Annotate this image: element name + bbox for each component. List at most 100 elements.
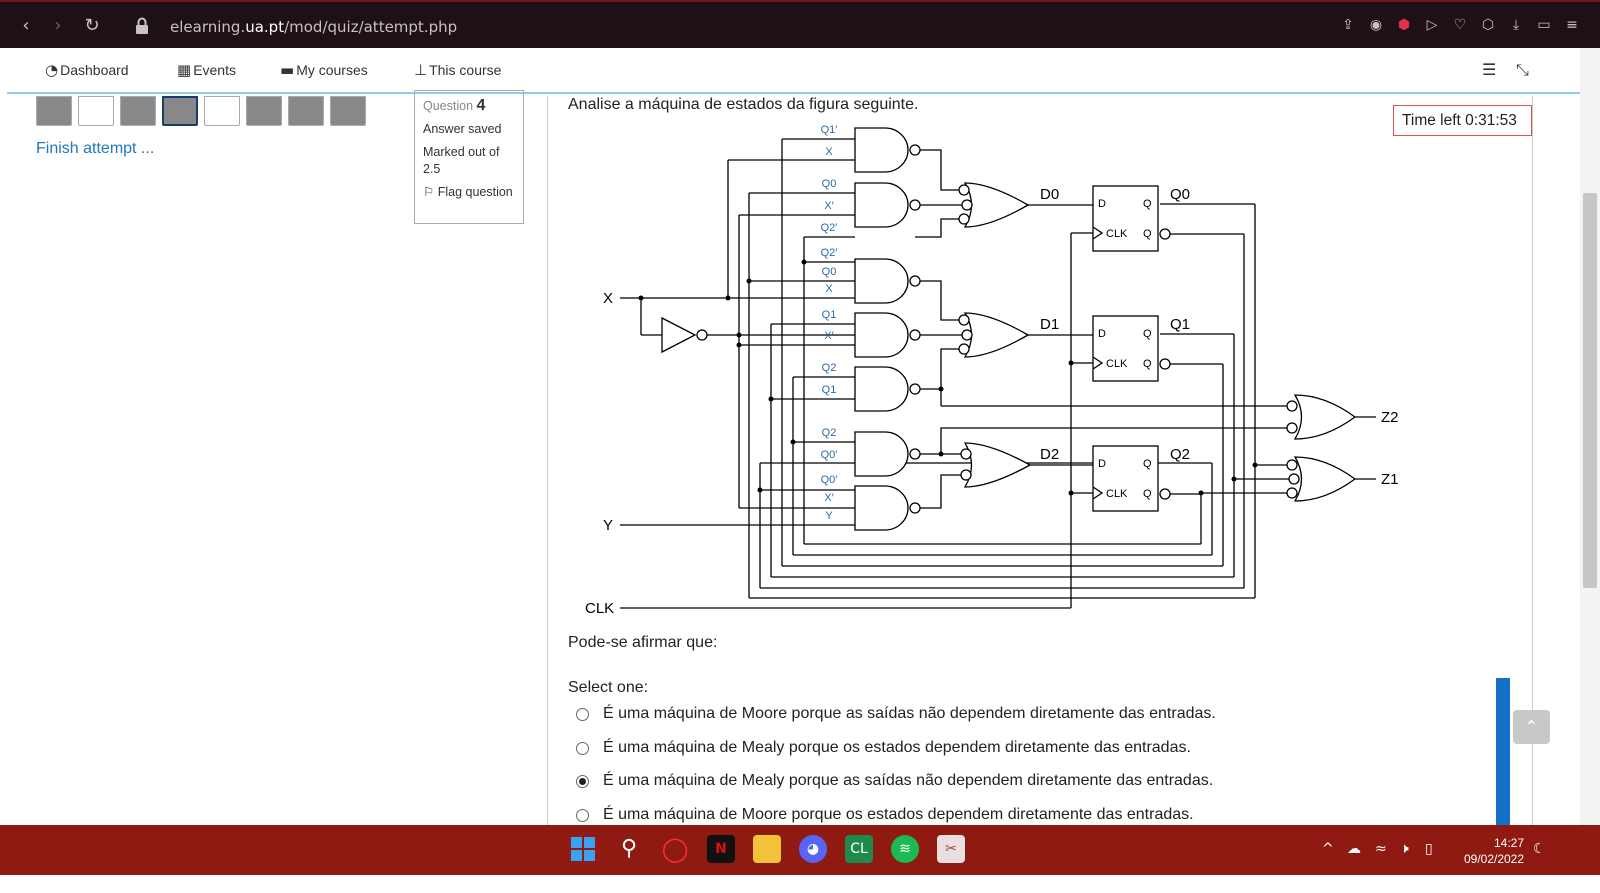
svg-text:Q0′: Q0′ [821, 474, 838, 486]
svg-text:Q1: Q1 [1170, 316, 1190, 333]
browser-toolbar: ‹ › ↻ elearning.ua.pt/mod/quiz/attempt.p… [0, 0, 1600, 48]
question-nav-button[interactable] [120, 96, 156, 126]
question-intro: Analise a máquina de estados da figura s… [568, 96, 919, 113]
battery-icon[interactable]: ▭ [1536, 16, 1552, 34]
svg-text:Q0: Q0 [822, 266, 837, 278]
question-state: Answer saved [423, 122, 502, 136]
question-nav-button[interactable] [204, 96, 240, 126]
question-nav-button[interactable] [330, 96, 366, 126]
svg-text:Z2: Z2 [1381, 409, 1399, 426]
question-info-box: Question 4 Answer saved Marked out of 2.… [414, 90, 524, 224]
svg-text:CLK: CLK [1106, 488, 1128, 500]
svg-text:X′: X′ [824, 330, 833, 342]
cube-icon[interactable]: ⬡ [1480, 16, 1496, 34]
svg-text:D: D [1098, 458, 1106, 470]
download-icon[interactable]: ⤓ [1508, 16, 1524, 34]
discord-icon[interactable]: ◕ [799, 835, 827, 863]
reload-icon[interactable]: ↻ [82, 16, 102, 36]
radio-button[interactable] [576, 707, 589, 721]
nav-my-courses[interactable]: ▬ My courses [280, 61, 368, 79]
netflix-icon[interactable]: N [707, 835, 735, 863]
volume-muted-icon[interactable]: 🕨 [1400, 841, 1409, 857]
heart-icon[interactable]: ♡ [1452, 16, 1468, 34]
opera-icon[interactable]: ◯ [661, 835, 689, 863]
svg-text:Q: Q [1143, 198, 1152, 210]
radio-button[interactable] [576, 741, 589, 755]
svg-text:Q2′: Q2′ [821, 222, 838, 234]
svg-text:Z1: Z1 [1381, 471, 1399, 488]
question-nav-button[interactable] [162, 96, 198, 126]
svg-text:D1: D1 [1040, 316, 1059, 333]
notification-icon[interactable]: ☾ [1533, 841, 1546, 857]
radio-button[interactable] [576, 808, 589, 822]
svg-text:X: X [603, 290, 613, 307]
svg-text:Q2: Q2 [1170, 446, 1190, 463]
svg-text:Q2′: Q2′ [821, 247, 838, 259]
answer-option-c[interactable]: É uma máquina de Mealy porque as saídas … [576, 772, 1213, 790]
question-prompt: Pode-se afirmar que: [568, 634, 718, 651]
svg-text:D: D [1098, 328, 1106, 340]
question-mark: Marked out of 2.5 [423, 145, 500, 176]
answer-option-d[interactable]: É uma máquina de Moore porque os estados… [576, 806, 1194, 824]
flag-question[interactable]: ⚐ Flag question [423, 184, 515, 201]
svg-text:Q0: Q0 [1170, 186, 1190, 203]
svg-text:Q: Q [1143, 488, 1152, 500]
battery-icon[interactable]: ▯ [1425, 841, 1433, 857]
chevron-up-icon[interactable]: ^ [1322, 841, 1334, 857]
sitemap-icon: ⊥ [414, 61, 428, 79]
svg-text:CLK: CLK [1106, 228, 1128, 240]
search-icon[interactable]: ⚲ [615, 835, 643, 863]
question-nav-buttons [36, 96, 366, 126]
svg-text:CLK: CLK [1106, 358, 1128, 370]
chevron-up-icon: ⌃ [1524, 717, 1539, 736]
svg-text:X′: X′ [824, 200, 833, 212]
svg-text:Q: Q [1143, 328, 1152, 340]
svg-text:Q: Q [1143, 228, 1152, 240]
scrollbar-thumb[interactable] [1583, 193, 1597, 588]
os-taskbar: ⚲ ◯ N ◕ CL ≋ ✂ ^ ☁ ≈ 🕨 ▯ 14:27 09/02/202… [0, 825, 1600, 875]
forward-icon[interactable]: › [48, 16, 68, 36]
address-bar[interactable]: elearning.ua.pt/mod/quiz/attempt.php [170, 18, 457, 36]
nav-events[interactable]: ▦ Events [177, 61, 236, 79]
answer-option-a[interactable]: É uma máquina de Moore porque as saídas … [576, 705, 1216, 723]
radio-button[interactable] [576, 774, 589, 788]
svg-text:Q1′: Q1′ [821, 124, 838, 136]
windows-start-icon[interactable] [569, 835, 597, 863]
snipping-tool-icon[interactable]: ✂ [937, 835, 965, 863]
nav-dashboard[interactable]: ◔ Dashboard [45, 61, 129, 79]
nav-this-course[interactable]: ⊥ This course [414, 61, 501, 79]
svg-text:D2: D2 [1040, 446, 1059, 463]
page-scrollbar[interactable] [1580, 48, 1600, 845]
file-explorer-icon[interactable] [753, 835, 781, 863]
share-icon[interactable]: ⇪ [1340, 16, 1356, 34]
spotify-icon[interactable]: ≋ [891, 835, 919, 863]
select-one-label: Select one: [568, 679, 649, 696]
finish-attempt-link[interactable]: Finish attempt ... [36, 140, 154, 158]
svg-text:D: D [1098, 198, 1106, 210]
back-icon[interactable]: ‹ [16, 16, 36, 36]
calendar-icon: ▦ [177, 61, 192, 79]
camera-icon[interactable]: ◉ [1368, 16, 1384, 34]
svg-text:Y: Y [825, 510, 833, 522]
question-nav-button[interactable] [288, 96, 324, 126]
svg-text:Q0′: Q0′ [821, 449, 838, 461]
svg-text:Q2: Q2 [822, 362, 837, 374]
system-clock[interactable]: 14:27 09/02/2022 [1456, 835, 1524, 867]
svg-text:X′: X′ [824, 492, 833, 504]
clion-icon[interactable]: CL [845, 835, 873, 863]
answer-option-b[interactable]: É uma máquina de Mealy porque os estados… [576, 739, 1191, 757]
wifi-icon[interactable]: ≈ [1375, 841, 1387, 857]
svg-text:X: X [825, 146, 833, 158]
menu-icon[interactable]: ≡ [1564, 16, 1580, 34]
question-nav-button[interactable] [246, 96, 282, 126]
block-toggle-icon[interactable]: ☰ [1482, 60, 1496, 79]
question-nav-button[interactable] [78, 96, 114, 126]
cloud-icon[interactable]: ☁ [1347, 841, 1361, 857]
collapse-icon[interactable]: ⤡ [1516, 60, 1529, 80]
shield-icon[interactable]: ⬢ [1396, 16, 1412, 34]
back-to-top-button[interactable]: ⌃ [1513, 710, 1550, 744]
svg-text:Q1: Q1 [822, 384, 837, 396]
send-icon[interactable]: ▷ [1424, 16, 1440, 34]
svg-text:Q: Q [1143, 358, 1152, 370]
question-nav-button[interactable] [36, 96, 72, 126]
